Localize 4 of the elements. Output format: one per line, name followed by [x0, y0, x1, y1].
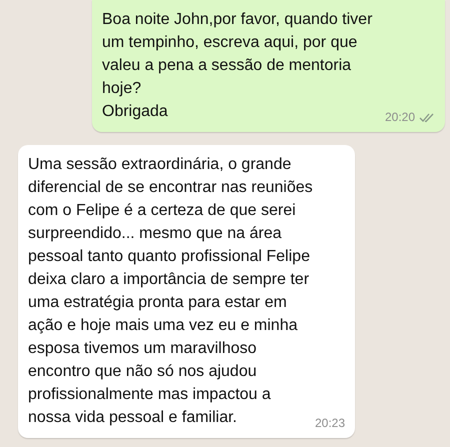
message-time: 20:20	[384, 109, 415, 126]
message-time: 20:23	[314, 415, 345, 432]
message-text: Uma sessão extraordinária, o grande diferencial de se encontrar nas reuniões com o Felipe é a certeza de que serei surpreendido... mesmo que na área pessoal tanto quanto profissional Felipe deixa claro a importância de sempre ter uma estratégia pronta para estar em ação e hoje mais uma vez eu e minha esposa tivemos um maravilhoso encontro que não só nos ajudou profissionalmente mas impactou a nossa vida pessoal e familiar.	[28, 155, 313, 428]
message-text: Boa noite John,por favor, quando tiver um tempinho, escreva aqui, por que valeu a pena a sessão de mentoria hoje? Obrigada	[102, 10, 372, 122]
